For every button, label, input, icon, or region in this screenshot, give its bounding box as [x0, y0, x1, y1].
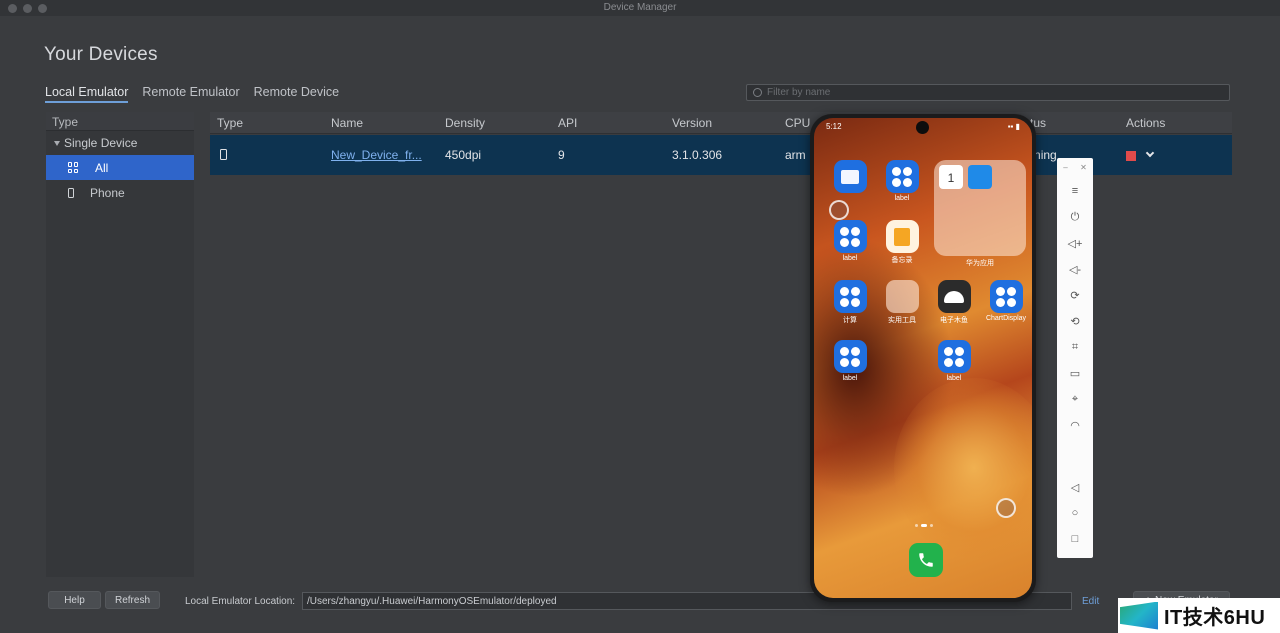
power-icon[interactable]: ⏻	[1057, 204, 1093, 230]
app-label-2[interactable]: label	[828, 220, 872, 262]
page-indicator	[915, 524, 933, 527]
refresh-button[interactable]: Refresh	[105, 591, 160, 609]
watermark-logo-icon	[1120, 601, 1158, 630]
clover-icon	[937, 340, 971, 373]
location-label: Local Emulator Location:	[185, 596, 296, 607]
phone-call-app-icon[interactable]	[909, 543, 943, 577]
chevron-down-icon[interactable]	[1145, 148, 1155, 158]
clover-icon	[833, 340, 867, 373]
widget-label: 华为应用	[966, 260, 994, 267]
app-label-3[interactable]: label	[828, 340, 872, 382]
menu-icon[interactable]: ≡	[1057, 178, 1093, 204]
column-header-density[interactable]: Density	[445, 116, 485, 130]
search-icon	[753, 88, 762, 97]
app-calc[interactable]: 计算	[828, 280, 872, 325]
search-placeholder: Filter by name	[767, 87, 831, 98]
device-name-link[interactable]: New_Device_fr...	[331, 148, 422, 162]
volume-up-icon[interactable]: ◁+	[1057, 230, 1093, 256]
home-icon[interactable]: ○	[1057, 500, 1093, 526]
toolbar-window-controls: – ✕	[1057, 158, 1093, 178]
clover-icon	[833, 220, 867, 253]
clover-icon	[989, 280, 1023, 313]
sidebar-item-label: All	[95, 160, 109, 175]
phone-icon	[220, 149, 227, 160]
sidebar-header: Type	[46, 112, 194, 131]
device-cpu: arm	[785, 148, 806, 162]
status-icons: ▪▪ ▮	[1007, 122, 1020, 131]
column-header-type[interactable]: Type	[217, 116, 243, 130]
app-chartdisplay[interactable]: ChartDisplay	[984, 280, 1028, 322]
table-header: Type Name Density API Version CPU Status…	[210, 112, 1232, 134]
clover-icon	[833, 280, 867, 313]
memo-icon	[885, 220, 919, 253]
back-icon[interactable]: ◁	[1057, 474, 1093, 500]
recent-icon[interactable]: □	[1057, 526, 1093, 552]
phone-icon	[68, 187, 74, 198]
sidebar-group-label: Single Device	[64, 136, 138, 150]
sidebar-group-single-device[interactable]: Single Device	[46, 131, 194, 155]
column-header-api[interactable]: API	[558, 116, 577, 130]
device-type-sidebar: Type Single Device All Phone	[46, 112, 194, 577]
battery-icon[interactable]: ▭	[1057, 360, 1093, 386]
device-api: 9	[558, 148, 565, 162]
folder-icon	[885, 280, 919, 313]
watermark: IT技术6HU	[1118, 598, 1280, 633]
camera-cutout	[916, 121, 929, 134]
search-input[interactable]: Filter by name	[746, 84, 1230, 101]
app-files[interactable]	[828, 160, 872, 195]
close-icon[interactable]: ✕	[1080, 163, 1087, 178]
watermark-text: IT技术6HU	[1164, 607, 1266, 629]
volume-down-icon[interactable]: ◁-	[1057, 256, 1093, 282]
column-header-version[interactable]: Version	[672, 116, 712, 130]
emulator-phone: 5:12 ▪▪ ▮ label 1 华为应用 label 备忘录 计算 实用工具…	[810, 114, 1036, 602]
sidebar-item-phone[interactable]: Phone	[46, 180, 194, 205]
device-manager-window: Device Manager Your Devices Local Emulat…	[0, 0, 1280, 633]
wifi-icon[interactable]: ◠	[1057, 412, 1093, 438]
touch-indicator-icon	[996, 498, 1016, 518]
status-time: 5:12	[826, 122, 842, 131]
window-title: Device Manager	[603, 2, 677, 13]
tab-bar: Local Emulator Remote Emulator Remote De…	[45, 85, 339, 103]
column-header-name[interactable]: Name	[331, 116, 363, 130]
emulator-screen[interactable]: 5:12 ▪▪ ▮ label 1 华为应用 label 备忘录 计算 实用工具…	[814, 118, 1032, 598]
caret-down-icon	[54, 140, 60, 146]
page-title: Your Devices	[44, 44, 158, 65]
calendar-icon: 1	[939, 165, 963, 189]
folder-icon	[833, 160, 867, 193]
tab-local-emulator[interactable]: Local Emulator	[45, 85, 129, 103]
sidebar-item-all[interactable]: All	[46, 155, 194, 180]
help-button[interactable]: Help	[48, 591, 101, 609]
app-label-4[interactable]: label	[932, 340, 976, 382]
app-wooden-fish[interactable]: 电子木鱼	[932, 280, 976, 325]
touch-indicator-icon	[829, 200, 849, 220]
app-memo[interactable]: 备忘录	[880, 220, 924, 265]
device-version: 3.1.0.306	[672, 148, 723, 162]
screen-icon	[968, 165, 992, 189]
device-density: 450dpi	[445, 148, 482, 162]
wooden-fish-icon	[937, 280, 971, 313]
location-icon[interactable]: ⌖	[1057, 386, 1093, 412]
column-header-actions: Actions	[1126, 115, 1166, 130]
crop-icon[interactable]: ⌗	[1057, 334, 1093, 360]
app-label-1[interactable]: label	[880, 160, 924, 202]
app-utilities-folder[interactable]: 实用工具	[880, 280, 924, 325]
clover-icon	[885, 160, 919, 193]
title-bar: Device Manager	[0, 0, 1280, 16]
grid-icon	[68, 162, 79, 173]
stop-icon[interactable]	[1126, 151, 1136, 161]
edit-link[interactable]: Edit	[1082, 596, 1099, 607]
rotate-icon[interactable]: ⟳	[1057, 282, 1093, 308]
rotate-back-icon[interactable]: ⟲	[1057, 308, 1093, 334]
tab-remote-emulator[interactable]: Remote Emulator	[142, 85, 239, 103]
minimize-icon[interactable]: –	[1063, 163, 1067, 178]
huawei-apps-widget[interactable]: 1 华为应用	[934, 160, 1026, 267]
tab-remote-device[interactable]: Remote Device	[254, 85, 339, 103]
sidebar-item-label: Phone	[90, 185, 125, 200]
emulator-toolbar: – ✕ ≡ ⏻ ◁+ ◁- ⟳ ⟲ ⌗ ▭ ⌖ ◠ ◁ ○ □	[1057, 158, 1093, 558]
column-header-cpu[interactable]: CPU	[785, 116, 810, 130]
